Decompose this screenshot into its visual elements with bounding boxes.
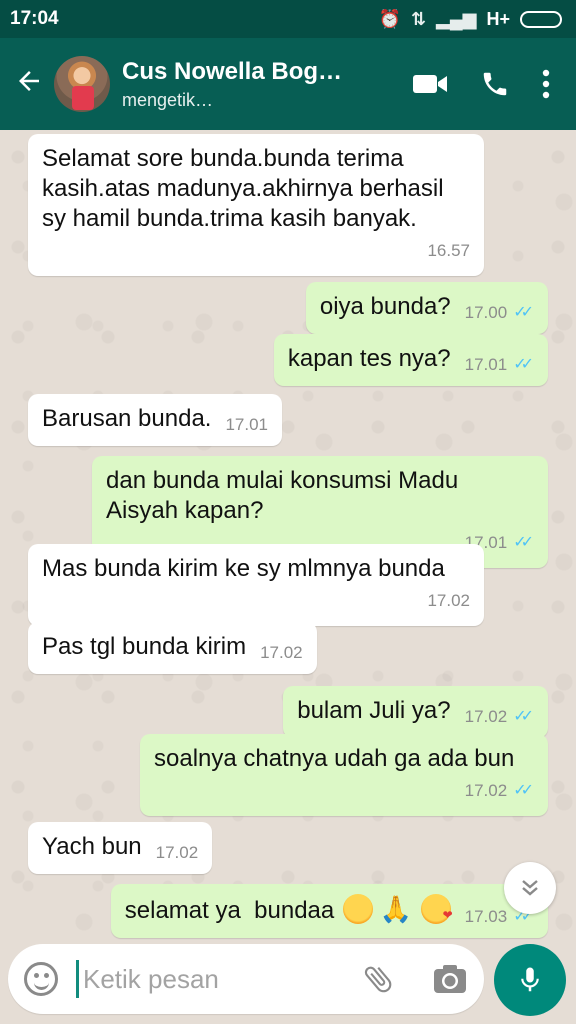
message-time: 17.03 — [464, 907, 508, 926]
message-incoming[interactable]: Mas bunda kirim ke sy mlmnya bunda 17.02 — [28, 544, 484, 626]
message-text: bulam Juli ya? — [297, 697, 451, 724]
message-input[interactable] — [83, 963, 333, 995]
kissing-face-emoji — [420, 894, 453, 930]
message-time: 17.02 — [427, 591, 470, 610]
message-outgoing[interactable]: bulam Juli ya? 17.02 ✓✓ — [283, 686, 548, 738]
alarm-off-icon: ⏰ — [378, 8, 401, 29]
text-cursor — [76, 960, 79, 998]
chat-area[interactable]: Selamat sore bunda.bunda terima kasih.at… — [0, 130, 576, 940]
message-text: soalnya chatnya udah ga ada bun — [154, 745, 515, 772]
message-text: dan bunda mulai konsumsi Madu Aisyah kap… — [106, 467, 459, 524]
message-outgoing[interactable]: selamat ya bundaa 🙏 17.03✓✓ — [110, 884, 548, 938]
message-time: 17.02 — [155, 843, 199, 862]
double-check-icon: ✓✓ — [513, 304, 534, 321]
battery-icon — [520, 10, 562, 28]
message-incoming[interactable]: Barusan bunda. 17.01 — [28, 394, 283, 446]
message-time: 17.02 — [260, 643, 303, 662]
emoji-icon[interactable] — [24, 962, 58, 996]
message-time: 17.02 — [464, 781, 508, 800]
message-time: 17.02 — [464, 707, 508, 726]
video-call-icon[interactable] — [412, 72, 448, 96]
message-outgoing[interactable]: soalnya chatnya udah ga ada bun 17.02 ✓✓ — [140, 734, 548, 816]
double-chevron-down-icon[interactable] — [504, 862, 556, 914]
signal-icon: ▂▄▆ — [436, 8, 477, 29]
arrow-left-icon[interactable] — [6, 66, 52, 102]
double-check-icon: ✓✓ — [513, 356, 534, 373]
contact-status: mengetik… — [122, 89, 214, 110]
message-outgoing[interactable]: kapan tes nya? 17.01 ✓✓ — [273, 334, 548, 386]
double-check-icon: ✓✓ — [513, 782, 534, 799]
folded-hands-emoji: 🙏 — [379, 894, 412, 924]
message-time: 16.57 — [427, 241, 470, 260]
double-check-icon: ✓✓ — [513, 534, 534, 551]
message-time: 17.00 — [464, 303, 508, 322]
message-incoming[interactable]: Pas tgl bunda kirim 17.02 — [28, 622, 317, 674]
phone-icon[interactable] — [480, 69, 510, 99]
camera-icon[interactable] — [433, 964, 467, 994]
message-text: Mas bunda kirim ke sy mlmnya bunda — [42, 555, 445, 582]
message-time: 17.01 — [225, 415, 269, 434]
message-outgoing[interactable]: oiya bunda? 17.00 ✓✓ — [305, 282, 548, 334]
smiling-face-emoji — [342, 894, 373, 924]
chat-header: Cus Nowella Bog… mengetik… — [0, 38, 576, 130]
status-bar: 17:04 ⏰ ⇅ ▂▄▆ H+ — [0, 0, 576, 38]
data-transfer-icon: ⇅ — [410, 8, 427, 29]
message-text: Selamat sore bunda.bunda terima kasih.at… — [42, 145, 444, 232]
message-text: Pas tgl bunda kirim — [42, 633, 247, 660]
message-time: 17.01 — [464, 355, 508, 374]
contact-info[interactable]: Cus Nowella Bog… mengetik… — [122, 58, 412, 111]
contact-name: Cus Nowella Bog… — [122, 57, 343, 85]
double-check-icon: ✓✓ — [513, 708, 534, 725]
message-text: Barusan bunda. — [42, 405, 212, 432]
message-composer — [8, 944, 484, 1014]
microphone-icon[interactable] — [494, 944, 566, 1016]
message-incoming[interactable]: Selamat sore bunda.bunda terima kasih.at… — [28, 134, 484, 276]
paperclip-icon[interactable] — [361, 962, 395, 996]
status-icons: ⏰ ⇅ ▂▄▆ H+ — [379, 9, 562, 30]
message-text: kapan tes nya? — [287, 345, 451, 372]
network-type: H+ — [486, 8, 510, 29]
message-text: oiya bunda? — [319, 293, 451, 320]
status-time: 17:04 — [10, 8, 59, 29]
message-incoming[interactable]: Yach bun 17.02 — [28, 822, 213, 874]
more-vert-icon[interactable] — [542, 69, 550, 99]
message-text: Yach bun — [42, 833, 142, 860]
avatar[interactable] — [54, 56, 110, 112]
message-text: selamat ya bundaa — [124, 897, 335, 924]
